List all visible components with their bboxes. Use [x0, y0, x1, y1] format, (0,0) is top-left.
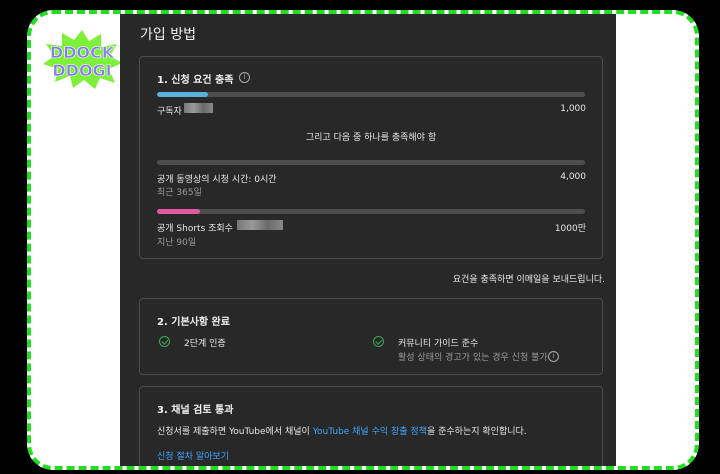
- review-desc-prefix: 신청서를 제출하면 YouTube에서 채널이: [157, 427, 313, 437]
- ddock-ddogi-logo: DDOCK DDOGI: [43, 30, 122, 89]
- shorts-views-label: 공개 Shorts 조회수: [157, 224, 233, 234]
- shorts-views-progress-bar: [157, 209, 585, 214]
- blurred-views: [237, 220, 283, 230]
- check-icon: [373, 336, 384, 347]
- subscribers-progress-fill: [157, 92, 209, 97]
- either-requirement-text: 그리고 다음 중 하나를 충족해야 함: [305, 133, 437, 143]
- logo-text-line1: DDOCK: [50, 43, 115, 62]
- review-desc-suffix: 을 준수하는지 확인합니다.: [426, 427, 527, 437]
- monetization-panel: 가입 방법 1. 신청 요건 충족 i 구독자 1,000 그리고 다음 중 하…: [120, 14, 616, 466]
- requirements-card: 1. 신청 요건 충족 i 구독자 1,000 그리고 다음 중 하나를 충족해…: [139, 56, 603, 259]
- watch-hours-period: 최근 365일: [157, 188, 202, 198]
- info-icon[interactable]: i: [548, 351, 559, 362]
- monetization-policy-link[interactable]: YouTube 채널 수익 창출 정책: [313, 427, 427, 437]
- learn-process-link[interactable]: 신청 절차 알아보기: [157, 449, 229, 462]
- basics-title: 2. 기본사항 완료: [157, 317, 230, 328]
- page-title: 가입 방법: [140, 27, 196, 43]
- screenshot-frame: DDOCK DDOGI 가입 방법 1. 신청 요건 충족 i 구독자 1,00…: [27, 10, 699, 470]
- requirements-title: 1. 신청 요건 충족: [157, 75, 234, 86]
- subscribers-progress-bar: [157, 92, 585, 97]
- two-step-label: 2단계 인증: [184, 339, 226, 349]
- shorts-views-progress-fill: [157, 209, 200, 214]
- shorts-views-period: 지난 90일: [157, 238, 197, 248]
- review-description: 신청서를 제출하면 YouTube에서 채널이 YouTube 채널 수익 창출…: [157, 424, 527, 437]
- watch-hours-target: 4,000: [560, 172, 586, 182]
- check-icon: [159, 336, 170, 347]
- subscribers-label: 구독자: [157, 107, 182, 117]
- email-notice: 요건을 충족하면 이메일을 보내드립니다.: [452, 275, 605, 285]
- info-icon[interactable]: i: [239, 72, 250, 83]
- basics-card: 2. 기본사항 완료 2단계 인증 커뮤니티 가이드 준수 활성 상태의 경고가…: [139, 298, 603, 375]
- watch-hours-label: 공개 동영상의 시청 시간: 0시간: [157, 175, 277, 185]
- guidelines-subtext: 활성 상태의 경고가 있는 경우 신청 불가: [398, 353, 548, 363]
- review-title: 3. 채널 검토 통과: [157, 405, 234, 416]
- review-card: 3. 채널 검토 통과 신청서를 제출하면 YouTube에서 채널이 YouT…: [139, 386, 603, 466]
- watch-hours-progress-bar: [157, 160, 585, 165]
- blurred-count: [184, 103, 213, 113]
- subscribers-target: 1,000: [560, 104, 586, 114]
- shorts-views-target: 1000만: [554, 224, 586, 234]
- guidelines-label: 커뮤니티 가이드 준수: [398, 339, 479, 349]
- logo-text-line2: DDOGI: [52, 61, 111, 80]
